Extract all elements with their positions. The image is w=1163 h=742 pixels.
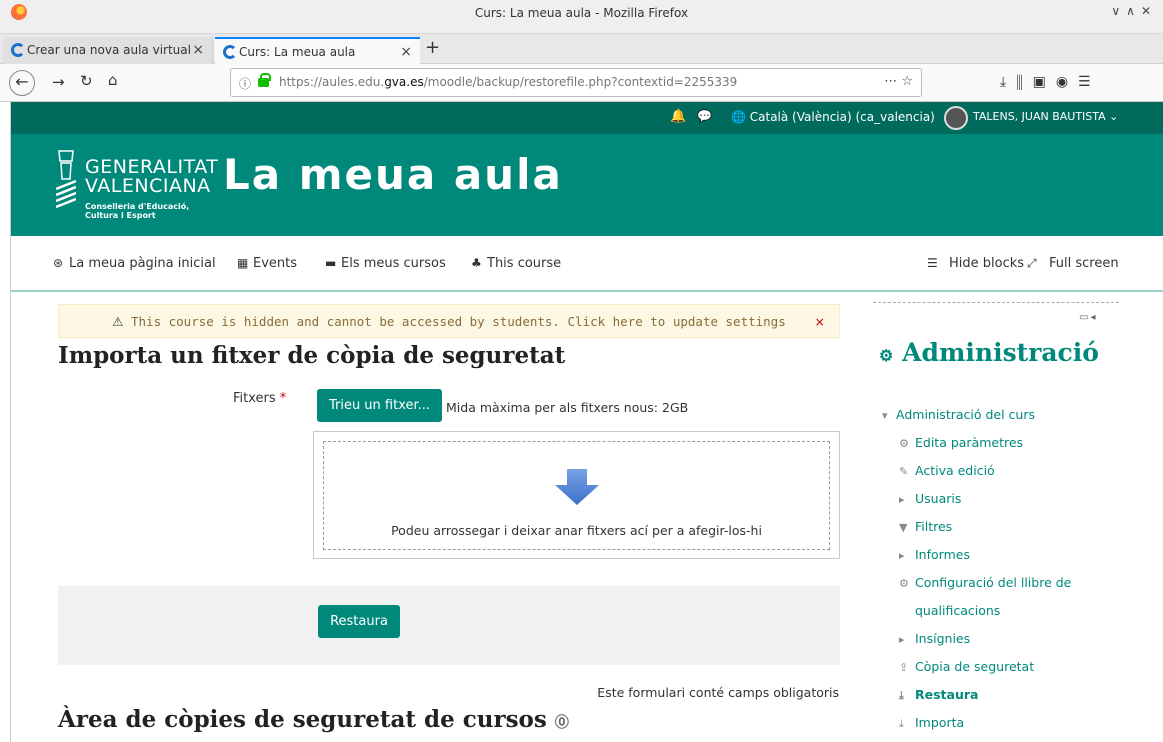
moodle-top-navbar: 🔔 💬 🌐 Català (València) (ca_valencia) TA… [11, 102, 1163, 134]
help-icon[interactable]: ⓪ [555, 715, 569, 731]
bell-icon[interactable]: 🔔 [670, 109, 686, 124]
briefcase-icon: ▬ [325, 256, 337, 270]
language-menu[interactable]: 🌐 Català (València) (ca_valencia) [731, 110, 935, 124]
page-title: Importa un fitxer de còpia de seguretat [58, 342, 566, 369]
hidden-course-alert[interactable]: ⚠ This course is hidden and cannot be ac… [58, 304, 840, 338]
menu-my-courses[interactable]: ▬ Els meus cursos [325, 256, 446, 271]
block-divider [873, 302, 1119, 303]
back-arrow-icon[interactable]: ← [9, 70, 35, 96]
download-icon: ⤓ [899, 689, 904, 702]
page-actions-icon[interactable]: ⋯ ☆ [884, 74, 913, 89]
down-arrow-icon [555, 469, 599, 505]
form-actions: Restaura [58, 586, 840, 665]
tab-curs-la-meua-aula[interactable]: Curs: La meua aula × [215, 37, 420, 64]
dropzone-text: Podeu arrossegar i deixar anar fitxers a… [391, 523, 762, 538]
site-name[interactable]: La meua aula [223, 150, 563, 199]
site-info-icon[interactable]: ⓘ [239, 75, 251, 92]
window-controls[interactable]: ∨∧✕ [1111, 4, 1157, 18]
gear-icon: ⚙ [899, 577, 909, 590]
org-name: GENERALITAT VALENCIANA [85, 156, 219, 197]
filter-icon: ▼ [899, 521, 908, 534]
tab-label: Curs: La meua aula [239, 45, 356, 59]
close-alert-button[interactable]: × [815, 305, 825, 339]
menu-home[interactable]: ⊛ La meua pàgina inicial [53, 256, 216, 271]
chat-icon[interactable]: 💬 [697, 109, 712, 123]
aules-favicon-icon [223, 45, 237, 59]
new-tab-icon[interactable]: + [425, 37, 440, 58]
restore-button[interactable]: Restaura [318, 605, 400, 638]
caret-right-icon: ▸ [899, 549, 905, 562]
tree-item-restore[interactable]: ⤓ Restaura [899, 687, 978, 703]
gva-emblem-icon [56, 150, 76, 209]
warning-icon: ⚠ [112, 314, 124, 329]
avatar[interactable] [944, 106, 968, 130]
department-name: Conselleria d'Educació, Cultura i Esport [85, 202, 190, 220]
tree-item-edit-settings[interactable]: ⚙ Edita paràmetres [899, 435, 1023, 450]
tree-item-badges[interactable]: ▸ Insígnies [899, 631, 970, 646]
home-icon[interactable]: ⌂ [108, 71, 118, 89]
close-tab-icon[interactable]: × [192, 37, 204, 64]
forward-arrow-icon[interactable]: → [52, 73, 65, 91]
aules-favicon-icon [11, 43, 25, 57]
url-text[interactable]: https://aules.edu.gva.es/moodle/backup/r… [279, 75, 737, 89]
window-titlebar: Curs: La meua aula - Mozilla Firefox ∨∧✕ [0, 0, 1163, 34]
custom-menu-bar: ⊛ La meua pàgina inicial ▦ Events ▬ Els meu… [11, 236, 1163, 292]
tree-item-reports[interactable]: ▸ Informes [899, 547, 970, 562]
tree-item-users[interactable]: ▸ Usuaris [899, 491, 961, 506]
gear-icon: ⚙ [899, 437, 909, 450]
menu-events[interactable]: ▦ Events [237, 256, 297, 271]
reload-icon[interactable]: ↻ [80, 72, 93, 90]
language-label: Català (València) (ca_valencia) [749, 110, 935, 124]
required-fields-note: Este formulari conté camps obligatoris [597, 685, 839, 700]
tab-crear-aula[interactable]: Crear una nova aula virtual × [3, 37, 213, 64]
tree-item-course-admin[interactable]: ▾ Administració del curs [882, 407, 1035, 422]
tree-item-filters[interactable]: ▼ Filtres [899, 519, 952, 534]
dropzone-area[interactable]: Podeu arrossegar i deixar anar fitxers a… [323, 441, 830, 550]
site-banner: GENERALITAT VALENCIANA Conselleria d'Edu… [11, 134, 1163, 236]
block-controls[interactable]: ▭◂ [1079, 312, 1097, 323]
upload-icon: ⇪ [899, 661, 909, 674]
caret-right-icon: ▸ [899, 493, 905, 506]
pencil-icon: ✎ [899, 465, 909, 478]
toolbar-icons[interactable]: ⤓⫼▣◉☰ [1000, 74, 1101, 90]
file-dropzone[interactable]: Podeu arrossegar i deixar anar fitxers a… [313, 431, 840, 559]
tree-item-gradebook-setup[interactable]: ⚙ Configuració del llibre de [899, 575, 1071, 590]
user-menu[interactable]: TALENS, JUAN BAUTISTA ⌄ [973, 110, 1118, 123]
tree-item-turn-editing-on[interactable]: ✎ Activa edició [899, 463, 995, 478]
gears-icon: ⚙ [879, 346, 894, 365]
dashboard-icon: ⊛ [53, 256, 64, 270]
admin-block-title: ⚙ Administració [879, 338, 1099, 367]
full-screen-button[interactable]: ⤢ Full screen [1027, 256, 1119, 271]
page-viewport: 🔔 💬 🌐 Català (València) (ca_valencia) TA… [10, 102, 1163, 742]
lock-icon[interactable] [258, 73, 271, 87]
choose-file-button[interactable]: Trieu un fitxer... [317, 389, 442, 422]
download-icon: ⤓ [899, 717, 904, 730]
caret-down-icon: ▾ [882, 409, 888, 422]
tree-item-backup[interactable]: ⇪ Còpia de seguretat [899, 659, 1034, 674]
url-bar[interactable]: ⓘ https://aules.edu.gva.es/moodle/backup… [230, 68, 922, 97]
close-tab-icon[interactable]: × [400, 39, 412, 64]
tab-strip: Crear una nova aula virtual × Curs: La m… [0, 34, 1163, 64]
hide-blocks-button[interactable]: ☰ Hide blocks [927, 256, 1024, 271]
backup-area-heading: Àrea de còpies de seguretat de cursos ⓪ [58, 706, 569, 733]
files-label: Fitxers * [233, 391, 287, 406]
outdent-icon: ☰ [927, 256, 938, 270]
required-icon: * [279, 391, 287, 406]
tree-item-import[interactable]: ⤓ Importa [899, 715, 964, 731]
calendar-icon: ▦ [237, 256, 249, 270]
navigation-toolbar: ← → ↻ ⌂ ⓘ https://aules.edu.gva.es/moodl… [0, 64, 1163, 102]
alert-text[interactable]: This course is hidden and cannot be acce… [131, 314, 786, 329]
expand-icon: ⤢ [1027, 256, 1037, 270]
tree-item-gradebook-setup-cont[interactable]: qualificacions [915, 603, 1000, 618]
tab-label: Crear una nova aula virtual [27, 43, 191, 57]
caret-right-icon: ▸ [899, 633, 905, 646]
max-file-size: Mida màxima per als fitxers nous: 2GB [446, 400, 689, 415]
window-title: Curs: La meua aula - Mozilla Firefox [474, 6, 689, 20]
menu-this-course[interactable]: ♣ This course [471, 256, 561, 271]
sitemap-icon: ♣ [471, 256, 482, 270]
